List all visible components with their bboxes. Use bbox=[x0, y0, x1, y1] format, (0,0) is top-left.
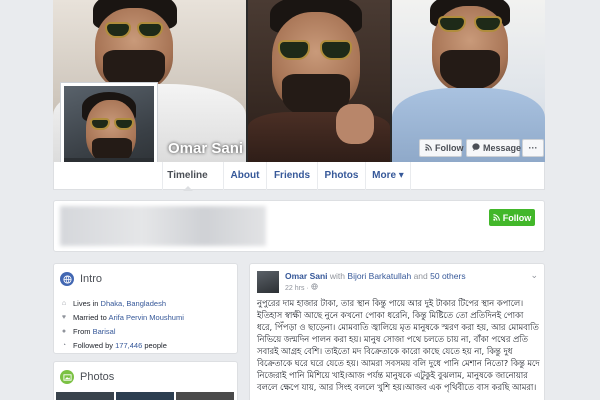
photos-title[interactable]: Photos bbox=[80, 371, 114, 383]
messenger-icon bbox=[472, 143, 480, 153]
photo-icon bbox=[60, 370, 74, 384]
follow-card: Follow bbox=[53, 200, 545, 252]
intro-lives-row: ⌂ Lives in Dhaka, Bangladesh bbox=[60, 296, 233, 310]
tab-more[interactable]: More ▾ bbox=[365, 162, 411, 190]
more-options-button[interactable]: ··· bbox=[522, 139, 544, 157]
tab-about[interactable]: About bbox=[223, 162, 266, 190]
married-label: Married to bbox=[73, 312, 107, 322]
post-tagged-link[interactable]: Bijori Barkatullah bbox=[347, 271, 411, 281]
intro-married-row: ♥ Married to Arifa Pervin Moushumi bbox=[60, 310, 233, 324]
follow-green-button[interactable]: Follow bbox=[489, 209, 535, 226]
photos-card: Photos bbox=[53, 361, 238, 400]
location-pin-icon: ● bbox=[61, 327, 67, 335]
post-and-text: and bbox=[413, 271, 428, 281]
followed-suffix: people bbox=[144, 340, 167, 350]
followed-label: Followed by bbox=[73, 340, 114, 350]
photo-thumbnail[interactable] bbox=[176, 392, 234, 400]
tab-friends[interactable]: Friends bbox=[266, 162, 317, 190]
rss-icon bbox=[425, 143, 432, 153]
profile-nav: Timeline About Friends Photos More ▾ bbox=[53, 162, 545, 191]
photo-thumbnail[interactable] bbox=[56, 392, 114, 400]
rss-icon: ◔ bbox=[61, 341, 67, 349]
follow-button-label: Follow bbox=[435, 143, 464, 153]
blurred-content bbox=[60, 206, 266, 246]
post-header: Omar Sani with Bijori Barkatullah and 50… bbox=[285, 271, 466, 281]
lives-place-link[interactable]: Dhaka, Bangladesh bbox=[101, 299, 166, 308]
from-label: From bbox=[73, 326, 91, 336]
post-others-link[interactable]: 50 others bbox=[430, 271, 465, 281]
more-dots-icon: ··· bbox=[528, 143, 538, 153]
followers-count-link[interactable]: 177,446 bbox=[115, 341, 142, 350]
tab-timeline[interactable]: Timeline bbox=[162, 162, 212, 191]
cover-panel-right bbox=[392, 0, 545, 162]
follow-button[interactable]: Follow bbox=[419, 139, 464, 157]
home-icon: ⌂ bbox=[61, 299, 67, 307]
message-button[interactable]: Message bbox=[466, 139, 522, 157]
follow-green-label: Follow bbox=[502, 212, 532, 223]
rss-icon bbox=[493, 213, 500, 223]
message-button-label: Message bbox=[483, 143, 522, 153]
lives-label: Lives in bbox=[73, 298, 99, 308]
photo-thumbnail[interactable] bbox=[116, 392, 174, 400]
profile-name[interactable]: Omar Sani bbox=[168, 140, 243, 157]
intro-from-row: ● From Barisal bbox=[60, 324, 233, 338]
post-time-text: 22 hrs · bbox=[285, 285, 309, 292]
post-card: Omar Sani with Bijori Barkatullah and 50… bbox=[249, 263, 545, 400]
chevron-down-icon[interactable]: ⌄ bbox=[530, 270, 538, 281]
post-author-avatar[interactable] bbox=[257, 271, 279, 293]
post-timestamp[interactable]: 22 hrs · bbox=[285, 283, 318, 292]
intro-card: Intro ⌂ Lives in Dhaka, Bangladesh ♥ Mar… bbox=[53, 263, 238, 354]
post-with-text: with bbox=[329, 271, 346, 281]
post-body: নুপুরের দাম হাজার টাকা, তার স্থান কিন্তু… bbox=[257, 298, 540, 392]
globe-icon bbox=[60, 272, 74, 286]
spouse-link[interactable]: Arifa Pervin Moushumi bbox=[108, 313, 183, 322]
from-place-link[interactable]: Barisal bbox=[93, 327, 116, 336]
cover-panel-middle bbox=[248, 0, 390, 162]
globe-icon bbox=[311, 283, 318, 292]
post-author-link[interactable]: Omar Sani bbox=[285, 271, 328, 281]
tab-photos[interactable]: Photos bbox=[317, 162, 365, 190]
intro-title: Intro bbox=[80, 273, 103, 285]
heart-icon: ♥ bbox=[61, 313, 67, 321]
intro-followers-row: ◔ Followed by 177,446 people bbox=[60, 338, 233, 352]
